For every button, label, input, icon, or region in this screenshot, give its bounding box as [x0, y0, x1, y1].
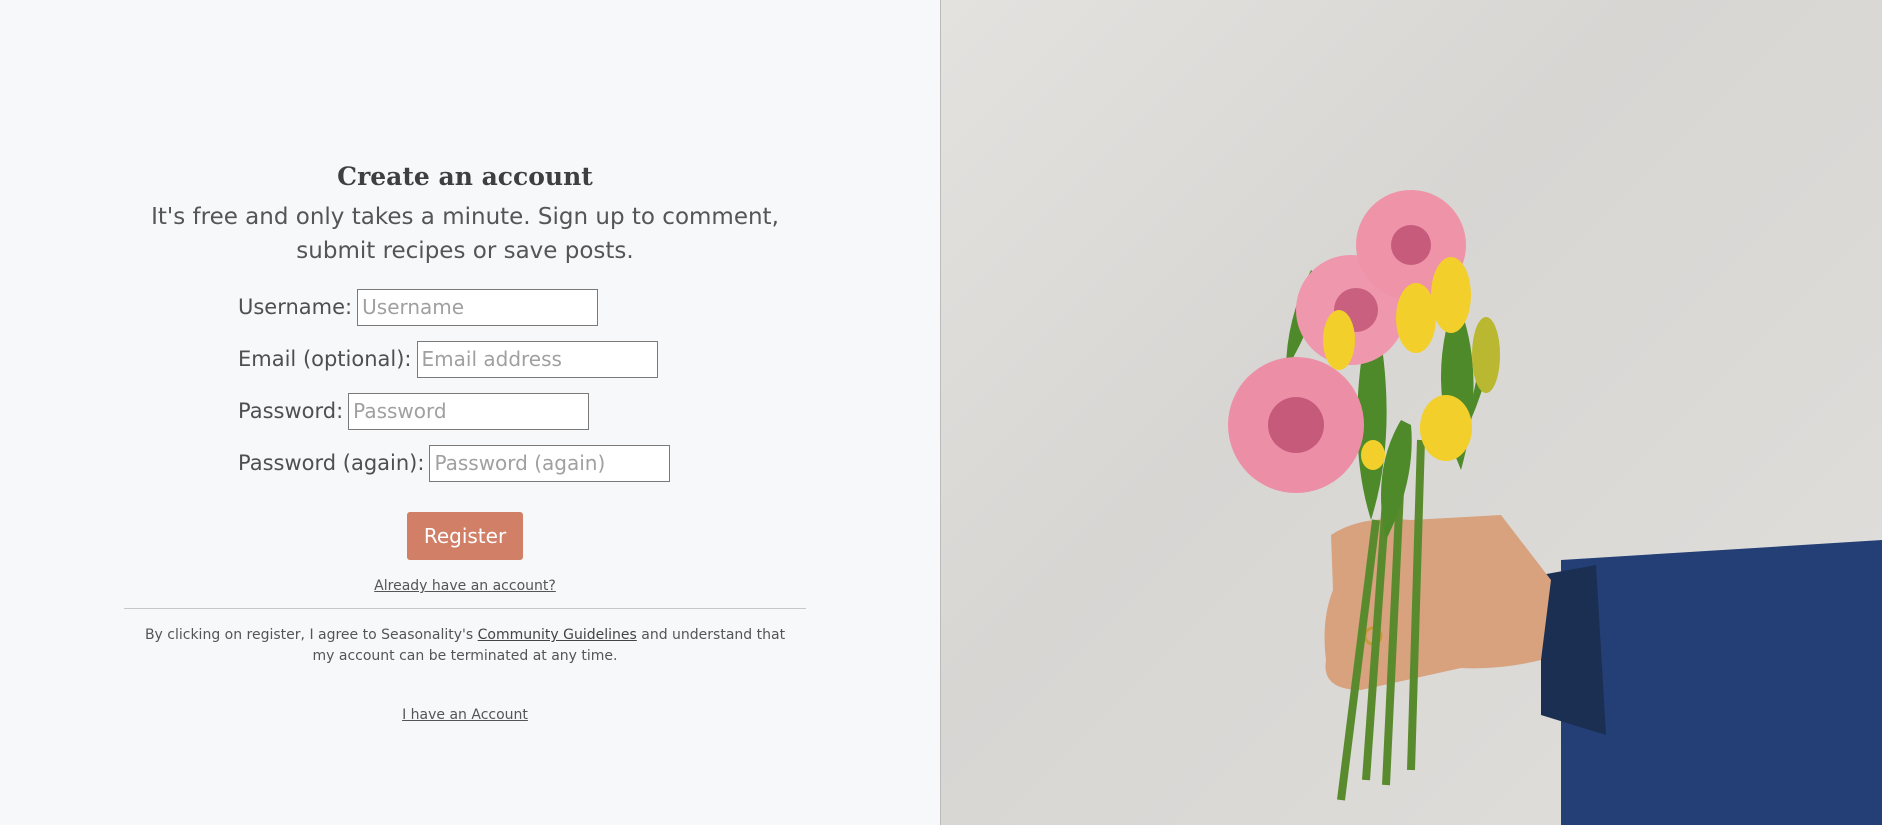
password-label: Password: [238, 399, 344, 423]
form-fields: Username: Email (optional): Password: Pa… [124, 288, 806, 482]
sleeve-shape [1561, 540, 1882, 825]
email-label: Email (optional): [238, 347, 412, 371]
terms-prefix: By clicking on register, I agree to Seas… [144, 627, 478, 643]
password-row: Password: [238, 392, 806, 430]
community-guidelines-link[interactable]: Community Guidelines [478, 627, 637, 643]
password-input[interactable] [348, 392, 590, 430]
cuff-shape [1541, 565, 1606, 735]
hero-image [940, 0, 1882, 825]
username-row: Username: [238, 288, 806, 326]
username-input[interactable] [357, 288, 599, 326]
username-label: Username: [238, 295, 353, 319]
page-title: Create an account [337, 162, 593, 191]
register-button[interactable]: Register [407, 512, 523, 560]
already-have-account-link[interactable]: Already have an account? [124, 578, 806, 594]
password-again-input[interactable] [429, 444, 671, 482]
signup-panel: Create an account It's free and only tak… [0, 0, 940, 825]
page-subtitle: It's free and only takes a minute. Sign … [151, 204, 779, 264]
bouquet-illustration [1228, 190, 1882, 825]
password-again-label: Password (again): [238, 451, 425, 475]
divider [124, 608, 806, 609]
password-again-row: Password (again): [238, 444, 806, 482]
have-account-link[interactable]: I have an Account [124, 707, 806, 723]
terms-text: By clicking on register, I agree to Seas… [124, 625, 806, 667]
email-row: Email (optional): [238, 340, 806, 378]
email-input[interactable] [416, 340, 658, 378]
signup-form: Create an account It's free and only tak… [124, 160, 806, 723]
